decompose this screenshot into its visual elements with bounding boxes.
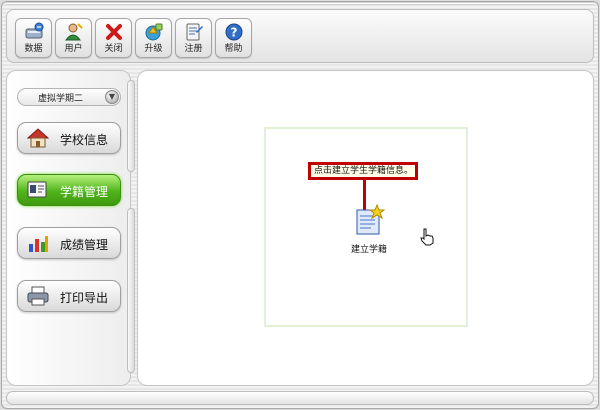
chevron-down-icon: ▼ <box>105 90 119 104</box>
new-document-icon <box>356 204 385 235</box>
nav-school-info[interactable]: 学校信息 <box>17 122 121 154</box>
close-button-label: 关闭 <box>104 44 123 54</box>
hand-cursor-icon <box>420 228 434 246</box>
nav-student-records-label: 学籍管理 <box>60 185 109 199</box>
database-icon <box>25 22 44 39</box>
sidebar-scrollbar-upper[interactable] <box>127 80 135 172</box>
user-button[interactable]: 用户 <box>55 18 92 58</box>
nav-print-export[interactable]: 打印导出 <box>17 280 121 312</box>
user-icon <box>65 23 83 41</box>
data-button[interactable]: 数据 <box>15 18 52 58</box>
close-icon <box>106 24 122 40</box>
upgrade-icon <box>145 23 163 41</box>
nav-grades[interactable]: 成绩管理 <box>17 227 121 259</box>
student-card-icon <box>27 181 47 198</box>
user-button-label: 用户 <box>64 44 83 54</box>
term-selector[interactable]: 虚拟学期二 ▼ <box>17 88 121 106</box>
create-student-record-label: 建立学籍 <box>350 245 387 255</box>
svg-text:?: ? <box>231 26 238 40</box>
nav-school-info-label: 学校信息 <box>60 133 109 147</box>
toolbar: 数据 用户 关闭 升级 注册 ? 帮助 <box>6 9 594 63</box>
nav-print-export-label: 打印导出 <box>60 291 109 305</box>
nav-student-records[interactable]: 学籍管理 <box>17 174 121 206</box>
nav-grades-label: 成绩管理 <box>60 238 109 252</box>
help-button[interactable]: ? 帮助 <box>215 18 252 58</box>
close-button[interactable]: 关闭 <box>95 18 132 58</box>
register-button-label: 注册 <box>184 44 203 54</box>
status-bar <box>6 391 594 405</box>
sidebar-scrollbar-lower[interactable] <box>127 208 135 373</box>
register-button[interactable]: 注册 <box>175 18 212 58</box>
term-selector-value: 虚拟学期二 <box>38 94 84 104</box>
main-panel: 点击建立学生学籍信息。 建立学籍 <box>137 70 594 386</box>
create-student-record-button[interactable]: 建立学籍 <box>344 204 394 256</box>
top-rail <box>6 2 594 5</box>
upgrade-button-label: 升级 <box>144 44 163 54</box>
help-icon: ? <box>225 23 243 41</box>
bar-chart-icon <box>29 236 48 252</box>
data-button-label: 数据 <box>24 44 43 54</box>
content-stage: 点击建立学生学籍信息。 建立学籍 <box>264 127 468 327</box>
school-house-icon <box>26 128 50 148</box>
left-sidebar: 虚拟学期二 ▼ 学校信息 学籍管理 成绩管理 打印导出 <box>6 70 131 386</box>
help-button-label: 帮助 <box>224 44 243 54</box>
upgrade-button[interactable]: 升级 <box>135 18 172 58</box>
printer-icon <box>27 286 49 306</box>
register-icon <box>186 23 203 41</box>
